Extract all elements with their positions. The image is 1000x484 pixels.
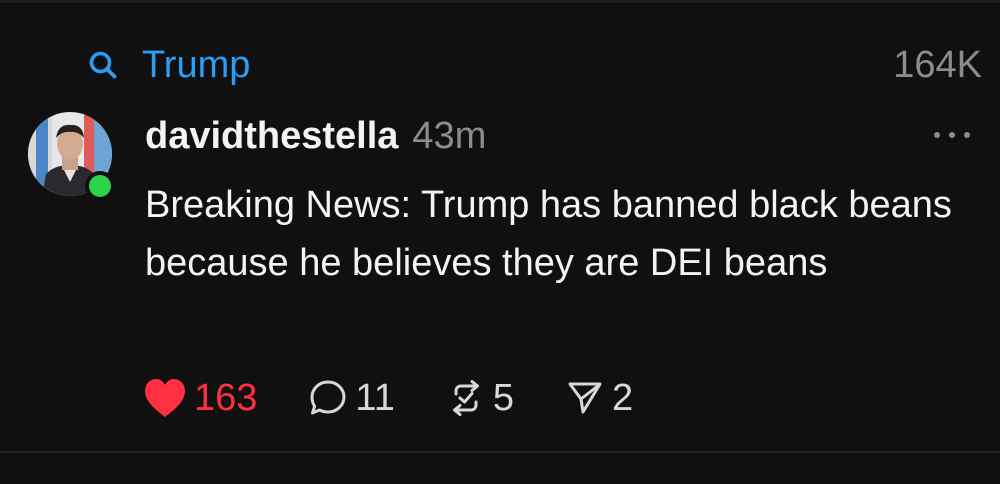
share-count: 2 [612, 377, 634, 419]
reply-count: 11 [355, 377, 395, 419]
more-dot [934, 132, 940, 138]
like-button[interactable]: 163 [142, 375, 257, 421]
post-header: davidthestella 43m [145, 113, 486, 159]
topic-tag[interactable]: Trump [88, 42, 250, 88]
username-link[interactable]: davidthestella [145, 113, 398, 159]
like-count: 163 [194, 377, 258, 419]
send-icon [568, 382, 602, 414]
post-timestamp: 43m [412, 115, 487, 157]
repost-button[interactable]: 5 [447, 375, 514, 421]
more-options-icon[interactable] [934, 124, 970, 146]
repost-count: 5 [492, 377, 514, 419]
search-icon [89, 51, 117, 79]
repost-icon [452, 380, 479, 416]
online-status-dot [85, 171, 115, 201]
post-text: Breaking News: Trump has banned black be… [145, 184, 952, 284]
post-actions: 163 11 5 2 [142, 372, 685, 424]
comment-icon [310, 380, 346, 415]
more-dot [964, 132, 970, 138]
topic-label: Trump [142, 44, 251, 86]
thread-post-view: Trump 164K davidthestella 43m Breaking N… [0, 0, 1000, 484]
divider-top [0, 0, 1000, 3]
share-button[interactable]: 2 [566, 375, 633, 421]
topic-post-count: 164K [893, 44, 982, 86]
more-dot [949, 132, 955, 138]
heart-filled-icon [145, 379, 185, 417]
divider-bottom [0, 451, 1000, 453]
reply-button[interactable]: 11 [309, 375, 395, 421]
